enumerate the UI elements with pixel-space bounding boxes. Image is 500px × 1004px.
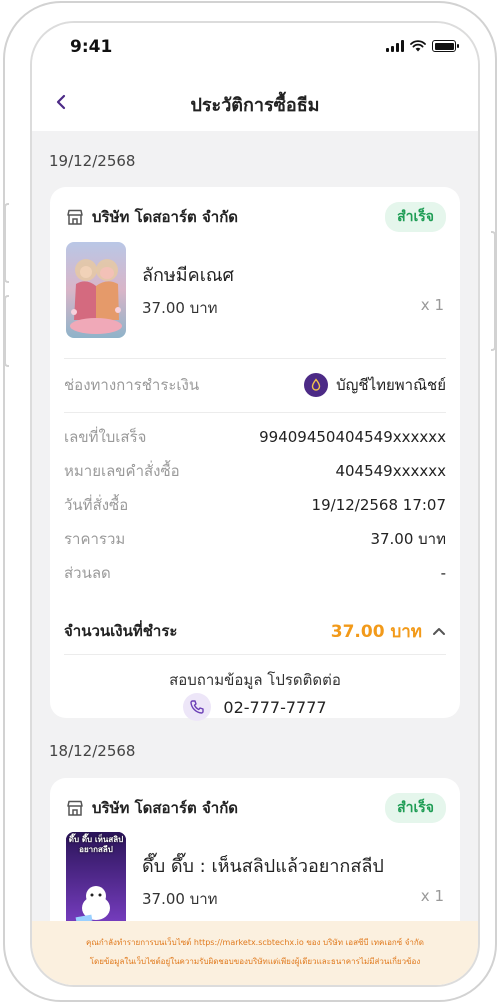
payment-method-name: บัญชีไทยพาณิชย์	[336, 376, 446, 394]
order-date: 18/12/2568	[49, 742, 136, 760]
scb-logo-icon	[304, 373, 329, 397]
detail-row: เลขที่ใบเสร็จ 99409450404549xxxxxx	[64, 425, 446, 449]
wifi-icon	[410, 40, 426, 52]
store-icon	[67, 800, 83, 816]
disclaimer-line-2: โดยข้อมูลในเว็บไซต์อยู่ในความรับผิดชอบขอ…	[89, 957, 421, 966]
total-value-wrap: 37.00 บาท	[331, 618, 446, 645]
product-quantity: x 1	[420, 296, 444, 314]
disclaimer-line-1: คุณกำลังทำรายการบนเว็บไซต์ https://marke…	[86, 938, 424, 947]
product-quantity: x 1	[420, 887, 444, 905]
header-area: 9:41 ประวัติการซื้อธีม	[32, 23, 478, 131]
subtotal-value: 37.00 บาท	[370, 530, 446, 548]
receipt-number-value: 99409450404549xxxxxx	[259, 428, 446, 446]
store-row: บริษัท โดสอาร์ต จำกัด สำเร็จ	[66, 793, 446, 823]
subtotal-label: ราคารวม	[64, 530, 126, 548]
order-number-value: 404549xxxxxx	[335, 462, 446, 480]
order-date-value: 19/12/2568 17:07	[311, 496, 446, 514]
store-name: บริษัท โดสอาร์ต จำกัด	[92, 208, 239, 226]
order-number-label: หมายเลขคำสั่งซื้อ	[64, 462, 180, 480]
device-frame: 9:41 ประวัติการซื้อธีม 19/12/2568 บริษัท…	[3, 1, 497, 1002]
product-price: 37.00 บาท	[142, 299, 218, 317]
total-value: 37.00 บาท	[330, 621, 422, 642]
chevron-up-icon[interactable]	[432, 626, 446, 636]
volume-down-button	[4, 295, 9, 367]
power-button	[491, 231, 496, 351]
contact-phone[interactable]: 02-777-7777	[50, 693, 460, 721]
divider	[64, 654, 446, 655]
detail-row: วันที่สั่งซื้อ 19/12/2568 17:07	[64, 493, 446, 517]
total-label: จำนวนเงินที่ชำระ	[64, 622, 178, 640]
detail-row: ราคารวม 37.00 บาท	[64, 527, 446, 551]
receipt-number-label: เลขที่ใบเสร็จ	[64, 428, 147, 446]
store-name: บริษัท โดสอาร์ต จำกัด	[92, 799, 239, 817]
product-price: 37.00 บาท	[142, 890, 218, 908]
status-badge: สำเร็จ	[385, 793, 446, 823]
status-time: 9:41	[70, 37, 113, 57]
payment-method-row: ช่องทางการชำระเงิน บัญชีไทยพาณิชย์	[64, 373, 446, 397]
detail-row: ส่วนลด -	[64, 561, 446, 585]
order-card: บริษัท โดสอาร์ต จำกัด สำเร็จ ลักษมีคเณศ …	[50, 187, 460, 721]
store-icon	[67, 209, 83, 225]
payment-label: ช่องทางการชำระเงิน	[64, 376, 200, 394]
screen: 9:41 ประวัติการซื้อธีม 19/12/2568 บริษัท…	[30, 21, 480, 987]
product-name: ลักษมีคเณศ	[142, 265, 234, 286]
thumbnail-caption: ดึ๊บ ดึ๊บ เห็นสลิป อยากสลีป	[68, 835, 124, 854]
status-icons	[386, 40, 459, 52]
product-thumbnail	[66, 242, 126, 338]
order-date: 19/12/2568	[49, 152, 136, 170]
contact-text: สอบถามข้อมูล โปรดติดต่อ	[169, 671, 341, 689]
phone-icon	[183, 693, 212, 721]
store-row: บริษัท โดสอาร์ต จำกัด สำเร็จ	[66, 202, 446, 232]
total-row[interactable]: จำนวนเงินที่ชำระ 37.00 บาท	[64, 617, 446, 645]
signal-icon	[386, 40, 404, 52]
battery-icon	[432, 40, 459, 52]
order-date-label: วันที่สั่งซื้อ	[64, 496, 129, 514]
detail-row: หมายเลขคำสั่งซื้อ 404549xxxxxx	[64, 459, 446, 483]
disclaimer-banner: คุณกำลังทำรายการบนเว็บไซต์ https://marke…	[32, 921, 478, 985]
volume-up-button	[4, 203, 9, 283]
product-name: ดึ๊บ ดึ๊บ : เห็นสลิปแล้วอยากสลีป	[142, 856, 384, 877]
divider	[64, 358, 446, 359]
product-thumbnail: ดึ๊บ ดึ๊บ เห็นสลิป อยากสลีป	[66, 832, 126, 928]
divider	[64, 412, 446, 413]
discount-label: ส่วนลด	[64, 564, 111, 582]
payment-method: บัญชีไทยพาณิชย์	[304, 373, 446, 397]
phone-number[interactable]: 02-777-7777	[223, 698, 326, 717]
status-badge: สำเร็จ	[385, 202, 446, 232]
page-title: ประวัติการซื้อธีม	[190, 95, 320, 116]
discount-value: -	[440, 564, 446, 582]
